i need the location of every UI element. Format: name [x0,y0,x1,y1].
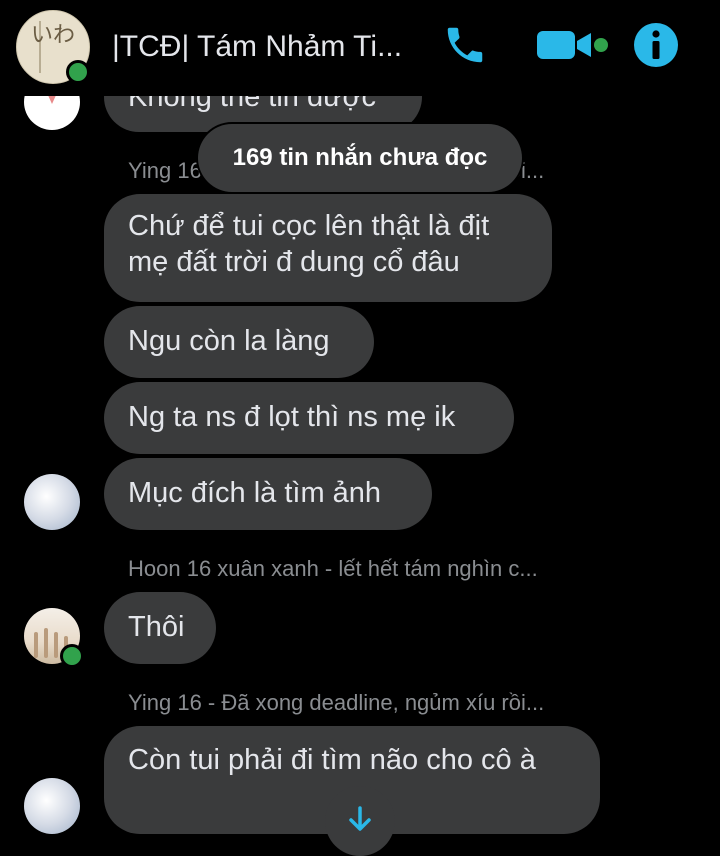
message-text: Chứ để tui cọc lên thật là địt mẹ đất tr… [128,210,490,278]
message-text: Ng ta ns đ lọt thì ns mẹ ik [128,401,456,433]
sender-name: Hoon 16 xuân xanh - lết hết tám nghìn c.… [128,556,538,581]
voice-call-button[interactable] [440,24,490,70]
conversation-header: いわ |TCĐ| Tám Nhảm Ti... [0,0,720,96]
message-bubble[interactable]: Chứ để tui cọc lên thật là địt mẹ đất tr… [104,194,552,302]
conversation-title[interactable]: |TCĐ| Tám Nhảm Ti... [112,28,422,66]
scroll-to-bottom-button[interactable] [325,786,395,856]
avatar[interactable] [24,778,80,834]
message-bubble[interactable]: Mục đích là tìm ảnh [104,458,432,530]
message-bubble[interactable]: Thôi [104,592,216,664]
avatar-text: いわ [30,23,75,48]
conversation-info-button[interactable] [632,22,680,73]
sender-name: Ying 16 - Đã xong deadline, ngủm xíu rồi… [128,690,545,715]
phone-icon [442,22,488,73]
video-camera-icon [535,25,611,70]
message-text: Mục đích là tìm ảnh [128,477,382,509]
online-status-dot [60,644,84,668]
avatar[interactable] [24,474,80,530]
message-bubble[interactable]: Ng ta ns đ lọt thì ns mẹ ik [104,382,514,454]
video-call-button[interactable] [534,24,612,70]
message-text: Ngu còn la làng [128,325,330,357]
message-text: Thôi [128,611,185,643]
message-text: Còn tui phải đi tìm não cho cô à [128,744,536,776]
unread-messages-banner[interactable]: 169 tin nhắn chưa đọc [198,124,522,192]
online-status-dot [66,60,90,84]
message-bubble[interactable]: Ngu còn la làng [104,306,374,378]
arrow-down-icon [345,804,375,839]
info-icon [633,22,679,73]
